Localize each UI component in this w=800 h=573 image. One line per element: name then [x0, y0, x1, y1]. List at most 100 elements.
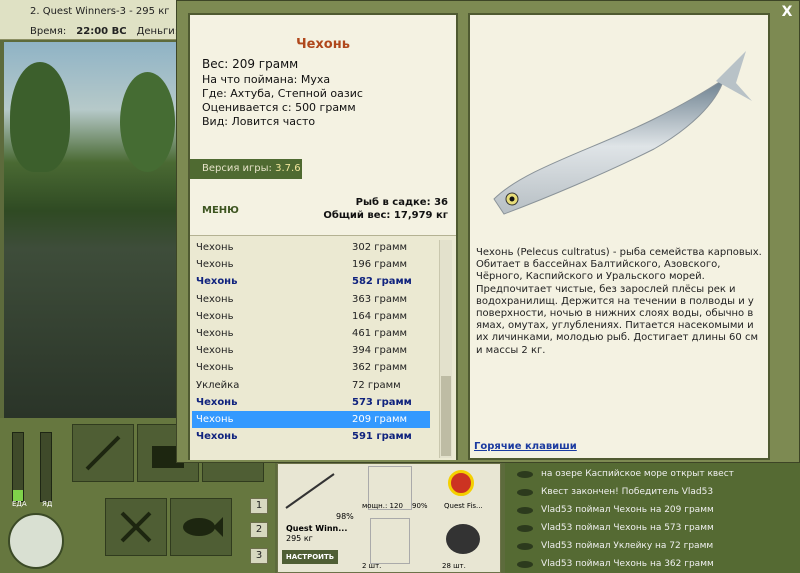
- tree-image: [120, 72, 175, 172]
- catch-weight: 394 грамм: [352, 345, 408, 357]
- keepnet-total: Общий вес: 17,979 кг: [323, 210, 448, 221]
- scrollbar-thumb[interactable]: [441, 376, 451, 456]
- food-label: ЕДА: [12, 500, 27, 508]
- catch-row[interactable]: Чехонь 394 грамм: [192, 342, 430, 359]
- rod-weight: 295 кг: [286, 534, 313, 543]
- catch-panel: Чехонь Вес: 209 грамм На что поймана: Му…: [188, 13, 458, 460]
- hook-count: 2 шт.: [362, 562, 382, 570]
- catch-weight: 209 грамм: [352, 413, 408, 425]
- scrollbar[interactable]: [439, 240, 452, 458]
- catch-name: Чехонь: [196, 310, 234, 322]
- catch-weight: 582 грамм: [352, 276, 412, 288]
- line-label: Quest Fis...: [444, 502, 483, 510]
- catch-row[interactable]: Уклейка 72 грамм: [192, 377, 430, 394]
- reel-label: мощн.: 120: [362, 502, 403, 510]
- game-title: 2. Quest Winners-3 - 295 кг: [30, 6, 170, 17]
- catch-name: Чехонь: [196, 259, 234, 271]
- chat-line: Vlad53 поймал Уклейку на 72 грамм: [513, 537, 794, 555]
- rod-icon[interactable]: [284, 470, 336, 510]
- game-version: Версия игры: 3.7.6: [190, 159, 302, 179]
- fish-description: Чехонь (Pelecus cultratus) - рыба семейс…: [476, 247, 762, 356]
- hook-icon[interactable]: [370, 518, 410, 564]
- fish-kind: Вид: Ловится часто: [202, 115, 316, 128]
- catch-weight: 196 грамм: [352, 259, 408, 271]
- bait-count: 28 шт.: [442, 562, 466, 570]
- reel-percent: 90%: [412, 502, 428, 510]
- catch-name: Уклейка: [196, 379, 240, 391]
- catch-row[interactable]: Чехонь 591 грамм: [192, 428, 430, 445]
- keepnet-count: Рыб в садке: 36: [355, 197, 448, 208]
- catch-weight: 363 грамм: [352, 293, 408, 305]
- catch-name: Чехонь: [196, 413, 234, 425]
- catch-row[interactable]: Чехонь 209 грамм: [192, 410, 430, 429]
- fishing-rod-icon: [85, 435, 121, 471]
- chat-line: Vlad53 поймал Чехонь на 209 грамм: [513, 501, 794, 519]
- fish-value: Оценивается с: 500 грамм: [202, 101, 356, 114]
- catch-weight: 164 грамм: [352, 310, 408, 322]
- setup-button[interactable]: НАСТРОИТЬ: [282, 550, 338, 564]
- slot-3-button[interactable]: 3: [250, 548, 268, 564]
- menu-button[interactable]: МЕНЮ: [202, 205, 239, 216]
- fish-image: [493, 51, 752, 215]
- catch-weight: 591 грамм: [352, 431, 412, 443]
- fish-location: Где: Ахтуба, Степной оазис: [202, 87, 363, 100]
- chat-line: Vlad53 поймал Чехонь на 362 грамм: [513, 555, 794, 573]
- catch-weight: 461 грамм: [352, 327, 408, 339]
- catch-row[interactable]: Чехонь 363 грамм: [192, 291, 430, 308]
- line-spool-icon[interactable]: [448, 470, 474, 496]
- catch-name: Чехонь: [196, 345, 234, 357]
- catch-name: Чехонь: [196, 362, 234, 374]
- rod-percent: 98%: [336, 512, 354, 521]
- food-gauge: [12, 432, 24, 502]
- catch-weight: 302 грамм: [352, 242, 408, 253]
- fish-icon: [183, 517, 223, 537]
- catch-name: Чехонь: [196, 276, 238, 288]
- catch-name: Чехонь: [196, 327, 234, 339]
- catch-row[interactable]: Чехонь 362 грамм: [192, 359, 430, 376]
- food-button[interactable]: [105, 498, 167, 556]
- fish-description-panel: Чехонь (Pelecus cultratus) - рыба семейс…: [468, 13, 770, 460]
- rod-name: Quest Winn...: [286, 524, 348, 533]
- fish-catalog-button[interactable]: [170, 498, 232, 556]
- catch-weight: 573 грамм: [352, 396, 412, 408]
- inventory-panel: Quest Winn... 295 кг 98% НАСТРОИТЬ мощн.…: [277, 463, 501, 573]
- catch-row[interactable]: Чехонь 582 грамм: [192, 273, 430, 290]
- poison-gauge: [40, 432, 52, 502]
- chat-log: на озере Каспийское море открыт квест Кв…: [505, 462, 800, 573]
- tree-image: [10, 62, 70, 172]
- keepnet-summary: Рыб в садке: 36 Общий вес: 17,979 кг: [323, 196, 448, 222]
- catch-weight: 72 грамм: [352, 379, 401, 391]
- cauldron-icon[interactable]: [8, 513, 64, 569]
- fork-knife-icon: [120, 511, 152, 543]
- slot-2-button[interactable]: 2: [250, 522, 268, 538]
- catch-name: Чехонь: [196, 293, 234, 305]
- catch-row[interactable]: Чехонь 302 грамм: [192, 239, 430, 256]
- catch-row[interactable]: Чехонь 461 грамм: [192, 325, 430, 342]
- catch-list: Чехонь 302 грамм Чехонь 196 грамм Чехонь 582 …: [190, 235, 456, 460]
- status-row: Время: 22:00 ВС Деньги:: [30, 26, 178, 37]
- catch-name: Чехонь: [196, 431, 238, 443]
- catch-name: Чехонь: [196, 242, 234, 253]
- time-value: 22:00 ВС: [76, 26, 127, 37]
- rod-tool-button[interactable]: [72, 424, 134, 482]
- poison-label: ЯД: [42, 500, 53, 508]
- chat-line: Квест закончен! Победитель Vlad53: [513, 483, 794, 501]
- chat-line: на озере Каспийское море открыт квест: [513, 465, 794, 483]
- version-label: Версия игры:: [202, 163, 272, 174]
- catch-name: Чехонь: [196, 396, 238, 408]
- hotkeys-link[interactable]: Горячие клавиши: [474, 441, 577, 452]
- close-button[interactable]: X: [777, 2, 797, 22]
- catch-weight: 362 грамм: [352, 362, 408, 374]
- bait-icon[interactable]: [446, 524, 480, 554]
- catch-row[interactable]: Чехонь 573 грамм: [192, 394, 430, 411]
- money-label: Деньги:: [136, 26, 179, 37]
- catch-row[interactable]: Чехонь 196 грамм: [192, 256, 430, 273]
- time-label: Время:: [30, 26, 67, 37]
- chat-line: Vlad53 поймал Чехонь на 573 грамм: [513, 519, 794, 537]
- version-value: 3.7.6: [275, 163, 301, 174]
- fish-name: Чехонь: [296, 37, 350, 52]
- catch-row[interactable]: Чехонь 164 грамм: [192, 308, 430, 325]
- fish-bait: На что поймана: Муха: [202, 73, 331, 86]
- slot-1-button[interactable]: 1: [250, 498, 268, 514]
- fish-weight: Вес: 209 грамм: [202, 57, 299, 71]
